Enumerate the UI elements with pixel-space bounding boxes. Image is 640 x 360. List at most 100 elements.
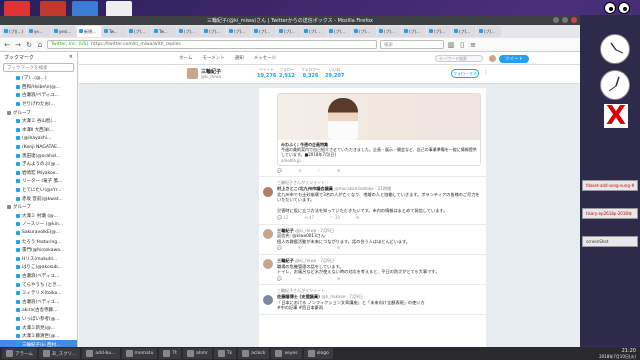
taskbar-clock[interactable]: 21:20 2018年7月10日(火) — [599, 348, 636, 360]
taskbar-item[interactable]: あ_スクリ... — [38, 348, 81, 359]
browser-tab[interactable]: (プ)... — [377, 26, 401, 37]
avatar[interactable] — [187, 68, 198, 79]
dm-icon[interactable]: ✉ — [356, 215, 359, 221]
retweet-icon[interactable]: ⟲ 47 — [304, 215, 314, 221]
like-icon[interactable]: ♡ 35 — [330, 215, 340, 221]
tweet[interactable]: 三輪紀子 @ki_miwa · 7月9日 返信先: @kiwa0013さん 個人… — [259, 225, 486, 255]
bookmark-item[interactable]: 三輪紀子(ki 西村... — [0, 340, 77, 347]
avatar[interactable] — [263, 258, 273, 269]
bookmark-item[interactable]: SakuravolkE(@... — [0, 229, 77, 238]
taskbar-item[interactable]: xeyes — [271, 348, 302, 359]
site-identity[interactable]: Twitter, Inc. (US) — [51, 42, 88, 47]
browser-tab[interactable]: (プ)... — [127, 26, 151, 37]
desktop-icon-2[interactable] — [40, 1, 66, 17]
maximize-button[interactable] — [562, 17, 568, 23]
browser-tab[interactable]: (プ)... — [302, 26, 326, 37]
menu-icon[interactable]: ≡ — [469, 41, 477, 49]
browser-tab[interactable]: (プ)... — [402, 26, 426, 37]
taskbar-item[interactable]: アラーム — [2, 348, 37, 359]
retweet-icon[interactable]: ⟲ — [298, 168, 301, 174]
retweet-icon[interactable]: ⟲ — [298, 276, 301, 282]
browser-tab[interactable]: (プ)... — [252, 26, 276, 37]
twitter-search-input[interactable]: キーワード検索 — [435, 55, 483, 62]
tweet-author[interactable]: 村上さとこ/北九州市議会議員 — [277, 186, 333, 191]
tweet-author[interactable]: 三輪紀子 — [277, 258, 294, 263]
desktop-icon-3[interactable] — [72, 1, 98, 17]
tweet-author[interactable]: 佐藤議博士 (支援議員) — [277, 294, 320, 299]
minimize-button[interactable] — [553, 17, 559, 23]
tweet-author[interactable]: 三輪紀子 — [277, 228, 294, 233]
tweet[interactable]: 三輪紀子さんがリツイート 佐藤議博士 (支援議員) @h_hakase · 7月… — [259, 285, 486, 315]
browser-tab[interactable]: (プ)... — [227, 26, 251, 37]
bookmark-item[interactable]: とてにたい(@sYr... — [0, 186, 77, 195]
bookmark-item[interactable]: 古瀬浪(ベディユ... — [0, 297, 77, 306]
browser-tab[interactable]: 新規... — [77, 26, 101, 37]
bookmark-item[interactable]: いっぽい参考(@... — [0, 315, 77, 324]
panel-item-1[interactable]: fdeset-add-song-vung-# — [582, 180, 638, 191]
avatar[interactable] — [263, 187, 273, 198]
forward-icon[interactable]: → — [14, 41, 22, 49]
taskbar-item[interactable]: xlogo — [303, 348, 333, 359]
bookmark-item[interactable]: たろう featuring... — [0, 237, 77, 246]
bookmark-item[interactable]: 岩崎宏 Miyakoe... — [0, 169, 77, 178]
browser-tab[interactable]: (プ)... — [352, 26, 376, 37]
bookmark-item[interactable]: (@ihayashi... — [0, 134, 77, 143]
link-card[interactable]: みわふく: 今週の企画特集 今週の美術案内で自己紹介させていただきました。企画・… — [277, 93, 481, 166]
reply-icon[interactable]: 💬 — [277, 245, 282, 251]
taskbar-item[interactable]: aclock — [238, 348, 270, 359]
taskbar-item[interactable]: momatu — [121, 348, 158, 359]
bookmark-item[interactable]: リーター (竜子 篤... — [0, 177, 77, 186]
nav-moments[interactable]: モーメント — [202, 55, 224, 61]
bookmark-item[interactable]: 大澤ミ 谷山智(... — [0, 117, 77, 126]
browser-tab[interactable]: (プ)(...) — [2, 26, 26, 37]
nav-notifications[interactable]: 通知 — [235, 55, 244, 61]
avatar[interactable] — [263, 295, 273, 306]
bookmark-item[interactable]: akira(古舎寺藤... — [0, 306, 77, 315]
avatar[interactable] — [263, 228, 273, 239]
bookmark-item[interactable]: 古瀬浪(ベディユ... — [0, 272, 77, 281]
tweet[interactable]: 三輪紀子 @ki_miwa · 7月9日 職場の危機管理の話をしています。 トイ… — [259, 255, 486, 286]
browser-tab[interactable]: yes/... — [52, 26, 76, 37]
bookmark-item[interactable]: はりこ(@akosub... — [0, 263, 77, 272]
retweet-icon[interactable]: ⟲ — [298, 245, 301, 251]
bookmark-folder[interactable]: グループ — [0, 203, 77, 212]
bookmark-item[interactable]: (Kenji NAGATAE... — [0, 143, 77, 152]
browser-tab[interactable]: (プ)... — [427, 26, 451, 37]
bookmark-item[interactable]: ミィテリメ(toiko... — [0, 289, 77, 298]
bookmark-item[interactable]: Hリス(mukuhl... — [0, 254, 77, 263]
bookmark-search-input[interactable]: ブックマークを検索 — [3, 63, 74, 72]
like-icon[interactable]: ♡ — [317, 168, 321, 174]
bookmark-item[interactable]: ぎんようのぶ(@... — [0, 160, 77, 169]
bookmark-item[interactable]: 大澤ミ 村瀬 (@... — [0, 212, 77, 221]
like-icon[interactable]: ♡ — [317, 276, 321, 282]
stat-tweets[interactable]: ツイート 19,276 — [257, 67, 276, 79]
bookmark-item[interactable]: 大澤ミ藤清世(@... — [0, 332, 77, 341]
url-bar[interactable]: Twitter, Inc. (US) https://twitter.com/k… — [47, 40, 377, 49]
stat-likes[interactable]: いいね 29,207 — [325, 67, 344, 79]
bookmark-item[interactable]: 水澤Ⅱ 大西洋(... — [0, 126, 77, 135]
browser-search-input[interactable]: 検索 — [380, 40, 444, 49]
panel-item-3[interactable]: screenShot — [582, 236, 638, 247]
reply-icon[interactable]: 💬 — [277, 276, 282, 282]
browser-tab[interactable]: ye... — [27, 26, 51, 37]
stat-followers[interactable]: フォロワー 8,326 — [301, 67, 320, 79]
browser-tab[interactable]: (プ)... — [477, 26, 501, 37]
home-icon[interactable]: ⌂ — [36, 41, 44, 49]
sidebar-toggle-icon[interactable]: ▯ — [458, 41, 466, 49]
browser-tab[interactable]: (プ)... — [327, 26, 351, 37]
bookmark-item[interactable]: 大澤ミ新見(@... — [0, 323, 77, 332]
bookmark-item[interactable]: てらやうち (とき... — [0, 280, 77, 289]
reply-icon[interactable]: 💬 11 — [277, 215, 288, 221]
desktop-icon-4[interactable] — [106, 1, 132, 17]
taskbar-item[interactable]: Tk — [213, 348, 237, 359]
desktop-icon-1[interactable] — [4, 1, 30, 17]
bookmark-folder[interactable]: グループ — [0, 108, 77, 117]
tweet[interactable]: 三輪紀子さんがリツイート 村上さとこ/北九州市議会議員 @murakamisat… — [259, 177, 486, 225]
dm-icon[interactable]: ✉ — [337, 245, 340, 251]
bookmark-item[interactable]: 雷門(@hiroskawa... — [0, 246, 77, 255]
browser-tab[interactable]: Tw... — [152, 26, 176, 37]
nav-home[interactable]: ホーム — [179, 55, 192, 61]
taskbar-item[interactable]: ahmr — [182, 348, 212, 359]
reload-icon[interactable]: ↻ — [25, 41, 33, 49]
avatar-nav[interactable] — [489, 55, 496, 62]
